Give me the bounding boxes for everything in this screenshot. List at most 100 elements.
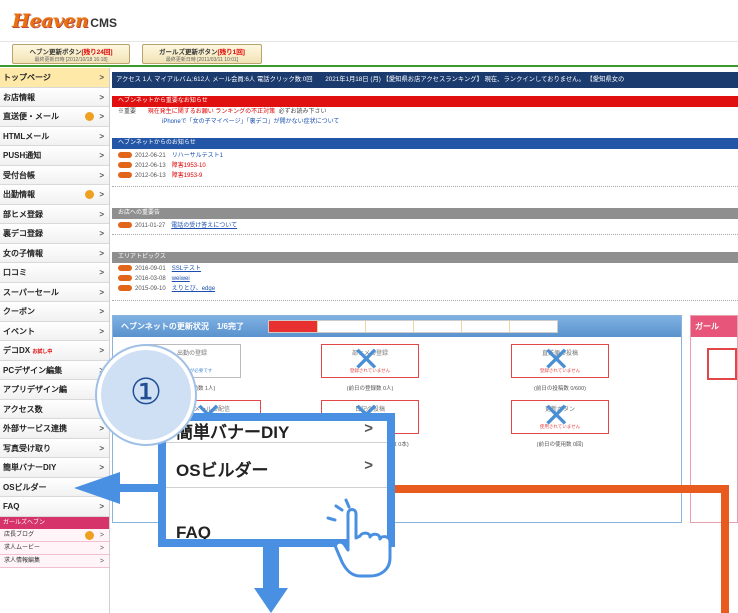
update-status-title: ヘブンネットの更新状況 1/6完了 xyxy=(121,322,244,331)
step-number: ① xyxy=(129,372,163,413)
chevron-right-icon: > xyxy=(99,268,104,277)
notice-date: 2016-03-08 xyxy=(135,276,166,282)
heaven-update-button[interactable]: ヘブン更新ボタン[残り24回] 最終更新日時 [2012/10/18 16:18… xyxy=(12,44,130,64)
sidebar-item-label: 求人情報編集 xyxy=(4,557,41,564)
chevron-right-icon: > xyxy=(99,92,104,102)
app-header: Heaven CMS xyxy=(0,0,738,42)
chevron-right-icon: > xyxy=(99,131,104,141)
notice-link[interactable]: SSLテスト xyxy=(172,266,201,272)
pointer-arrow-left-icon xyxy=(74,472,120,504)
important-notice-line-2[interactable]: iPhoneで「女の子マイページ」「裏デコ」が開かない症状について xyxy=(162,118,339,127)
page: Heaven CMS ヘブン更新ボタン[残り24回] 最終更新日時 [2012/… xyxy=(0,0,738,613)
notification-badge-icon xyxy=(85,530,94,540)
orange-guide-line-vertical xyxy=(721,485,729,613)
status-card-hime[interactable]: 部ヒメの登録 ✕ 登録されていません xyxy=(321,343,419,378)
chevron-right-icon: > xyxy=(364,457,373,474)
sidebar-item-external[interactable]: 外部サービス連携 > xyxy=(0,419,109,439)
zoom-menu-item-label: OSビルダー xyxy=(176,461,269,480)
update-status-header: ヘブンネットの更新状況 1/6完了 xyxy=(113,316,681,337)
notice-link[interactable]: リハーサルテスト1 xyxy=(172,153,223,159)
chevron-right-icon: > xyxy=(99,557,104,565)
divider xyxy=(112,186,738,190)
heaven-update-label: ヘブン更新ボタン xyxy=(29,49,82,56)
notice-row[interactable]: 2012-06-21 リハーサルテスト1 xyxy=(118,152,223,161)
sidebar-item-ura-deco[interactable]: 裏デコ登録 > xyxy=(0,224,109,244)
sidebar-item-coupon[interactable]: クーポン > xyxy=(0,302,109,322)
update-progress-bar xyxy=(268,320,558,333)
sidebar-item-attendance[interactable]: 出勤情報 > xyxy=(0,185,109,205)
notice-link[interactable]: 電話の受け答えについて xyxy=(171,223,237,229)
sidebar-item-super-sale[interactable]: スーパーセール > xyxy=(0,282,109,302)
chevron-right-icon: > xyxy=(364,420,373,437)
chevron-right-icon: > xyxy=(99,424,104,433)
sidebar-item-shop-info[interactable]: お店情報 > xyxy=(0,87,109,107)
sidebar-item-push[interactable]: PUSH通知 > xyxy=(0,146,109,166)
sidebar-item-manager-blog[interactable]: 店長ブログ > xyxy=(0,528,109,542)
zoom-menu-item-banner-diy[interactable]: 簡単バナーDIY > xyxy=(166,420,387,443)
notice-row[interactable]: 2012-06-13 障害1953-10 xyxy=(118,162,206,171)
important-notice-header: ヘブンネットから重要なお知らせ xyxy=(112,96,738,107)
sidebar-item-recruit-movie[interactable]: 求人ムービー > xyxy=(0,541,109,555)
new-badge-icon xyxy=(118,275,132,282)
logo-cms-text: CMS xyxy=(90,16,117,30)
sidebar-item-photo[interactable]: 写真受け取り > xyxy=(0,438,109,458)
sidebar-item-top[interactable]: トップページ > xyxy=(0,68,109,88)
iphone-notice-link[interactable]: iPhoneで「女の子マイページ」「裏デコ」が開かない症状について xyxy=(162,119,339,125)
chevron-right-icon: > xyxy=(99,443,104,453)
area-topic-row[interactable]: 2016-09-01 SSLテスト xyxy=(118,265,201,274)
sidebar-item-label: イベント xyxy=(3,326,35,336)
sidebar-item-direct-mail[interactable]: 直送便・メール > xyxy=(0,107,109,127)
sidebar-item-label: 女の子情報 xyxy=(3,248,43,258)
notice-link[interactable]: 障害1953-10 xyxy=(172,163,206,169)
status-card-girls[interactable] xyxy=(707,348,737,380)
notice-link[interactable]: 障害1953-9 xyxy=(172,173,203,179)
area-topic-row[interactable]: 2015-09-10 えりとび、edge xyxy=(118,285,215,294)
sidebar-item-label: FAQ xyxy=(3,502,20,511)
sidebar-item-html-mail[interactable]: HTMLメール > xyxy=(0,126,109,146)
sidebar: トップページ > お店情報 > 直送便・メール > HTMLメール > PUSH通知 > … xyxy=(0,68,110,613)
update-progress-fill xyxy=(269,321,317,332)
sidebar-item-reviews[interactable]: 口コミ > xyxy=(0,263,109,283)
status-card-direct[interactable]: 直送便の投稿 ✕ 登録されていません xyxy=(511,343,609,378)
notice-row[interactable]: 2012-06-13 障害1953-9 xyxy=(118,172,202,181)
sidebar-item-recruit-edit[interactable]: 求人情報編集 > xyxy=(0,554,109,568)
sidebar-item-label: PUSH通知 xyxy=(3,151,42,160)
girls-update-button[interactable]: ガールズ更新ボタン[残り1回] 最終更新日時 [2011/03/11 10:01… xyxy=(142,44,262,64)
status-card-sub: 登録されていません xyxy=(349,368,391,373)
logo-heaven-text: Heaven xyxy=(12,10,89,32)
sidebar-item-pc-design[interactable]: PCデザイン編集 > xyxy=(0,360,109,380)
heaven-update-remaining: [残り24回] xyxy=(81,49,113,56)
zoom-menu-item-os-builder[interactable]: OSビルダー > xyxy=(166,444,387,488)
sidebar-item-event[interactable]: イベント > xyxy=(0,321,109,341)
sidebar-item-label: 受付台帳 xyxy=(3,170,35,180)
heaven-update-timestamp: 最終更新日時 [2012/10/18 16:18] xyxy=(34,57,108,63)
important-notice-link[interactable]: 現在発生に関するお願い ランキングの不正対策 xyxy=(148,109,276,115)
status-card-update-button[interactable]: 更新ボタン ✕ 使用されていません xyxy=(511,399,609,434)
status-card-caption: (前日の投稿数 0/600) xyxy=(534,386,586,392)
notification-badge-icon xyxy=(85,190,94,199)
notification-badge-icon xyxy=(85,112,94,121)
shop-notice-row[interactable]: 2011-01-27 電話の受け答えについて xyxy=(118,222,237,231)
sidebar-item-label: トップページ xyxy=(3,73,51,82)
status-card-caption: (前日の使用数 0回) xyxy=(536,442,584,448)
sidebar-item-label: 直送便・メール xyxy=(3,112,59,121)
chevron-right-icon: > xyxy=(99,248,104,258)
sidebar-item-label: デコDX xyxy=(3,346,31,355)
sidebar-item-deco-dx[interactable]: デコDX お試し中 > xyxy=(0,341,109,361)
heaven-cms-logo[interactable]: Heaven CMS xyxy=(12,10,117,32)
sidebar-item-reception[interactable]: 受付台帳 > xyxy=(0,165,109,185)
sidebar-item-access[interactable]: アクセス数> xyxy=(0,399,109,419)
sidebar-item-app-design[interactable]: アプリデザイン編> xyxy=(0,380,109,400)
area-topic-row[interactable]: 2016-03-08 weiwei xyxy=(118,275,190,284)
chevron-right-icon: > xyxy=(99,346,104,355)
chevron-right-icon: > xyxy=(99,287,104,297)
sidebar-item-girls[interactable]: 女の子情報 > xyxy=(0,243,109,263)
area-topics-header: エリアトピックス xyxy=(112,252,738,263)
status-ticker: アクセス 1人 マイアルバム:612人 メール会員:6人 電話クリック数:0回 … xyxy=(112,72,738,88)
sidebar-item-hime[interactable]: 部ヒメ登録 > xyxy=(0,204,109,224)
notice-link[interactable]: weiwei xyxy=(172,276,190,282)
notice-link[interactable]: えりとび、edge xyxy=(172,286,215,292)
progress-divider xyxy=(461,321,462,332)
sidebar-item-label: 簡単バナーDIY xyxy=(3,463,57,472)
new-badge-icon xyxy=(118,172,132,179)
